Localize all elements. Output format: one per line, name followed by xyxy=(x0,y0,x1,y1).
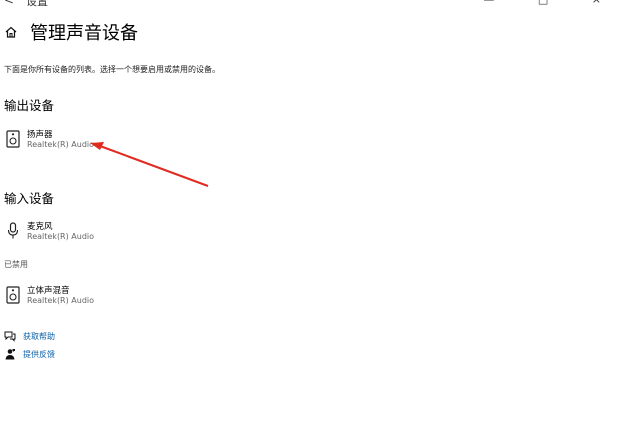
back-button[interactable]: < xyxy=(4,0,14,7)
input-devices-heading: 输入设备 xyxy=(4,191,55,206)
output-device-speaker[interactable]: 扬声器 Realtek(R) Audio xyxy=(4,128,204,154)
page-description: 下面是你所有设备的列表。选择一个想要启用或禁用的设备。 xyxy=(4,65,220,74)
speaker-icon xyxy=(6,286,20,304)
window-controls[interactable]: — □ × xyxy=(483,0,621,6)
home-icon[interactable] xyxy=(4,25,18,39)
get-help-label[interactable]: 获取帮助 xyxy=(23,331,55,342)
device-name: 立体声混音 xyxy=(27,286,70,296)
disabled-devices-label: 已禁用 xyxy=(4,260,28,269)
device-driver: Realtek(R) Audio xyxy=(27,232,95,241)
help-chat-icon xyxy=(4,331,16,342)
device-driver: Realtek(R) Audio xyxy=(27,140,95,149)
microphone-icon xyxy=(7,222,19,239)
device-name: 麦克风 xyxy=(27,222,53,232)
input-device-microphone[interactable]: 麦克风 Realtek(R) Audio xyxy=(4,220,204,246)
disabled-device-stereo-mix[interactable]: 立体声混音 Realtek(R) Audio xyxy=(4,284,204,310)
device-name: 扬声器 xyxy=(27,130,53,140)
speaker-icon xyxy=(6,130,20,148)
output-devices-heading: 输出设备 xyxy=(4,98,55,113)
device-driver: Realtek(R) Audio xyxy=(27,296,95,305)
page-title: 管理声音设备 xyxy=(30,23,138,44)
get-help-link[interactable]: 获取帮助 xyxy=(4,330,154,344)
title-bar: < 设置 — □ × xyxy=(0,0,629,8)
window-title: 设置 xyxy=(26,0,48,8)
feedback-link[interactable]: 提供反馈 xyxy=(4,348,154,362)
feedback-icon xyxy=(5,349,15,360)
feedback-label[interactable]: 提供反馈 xyxy=(23,349,55,360)
